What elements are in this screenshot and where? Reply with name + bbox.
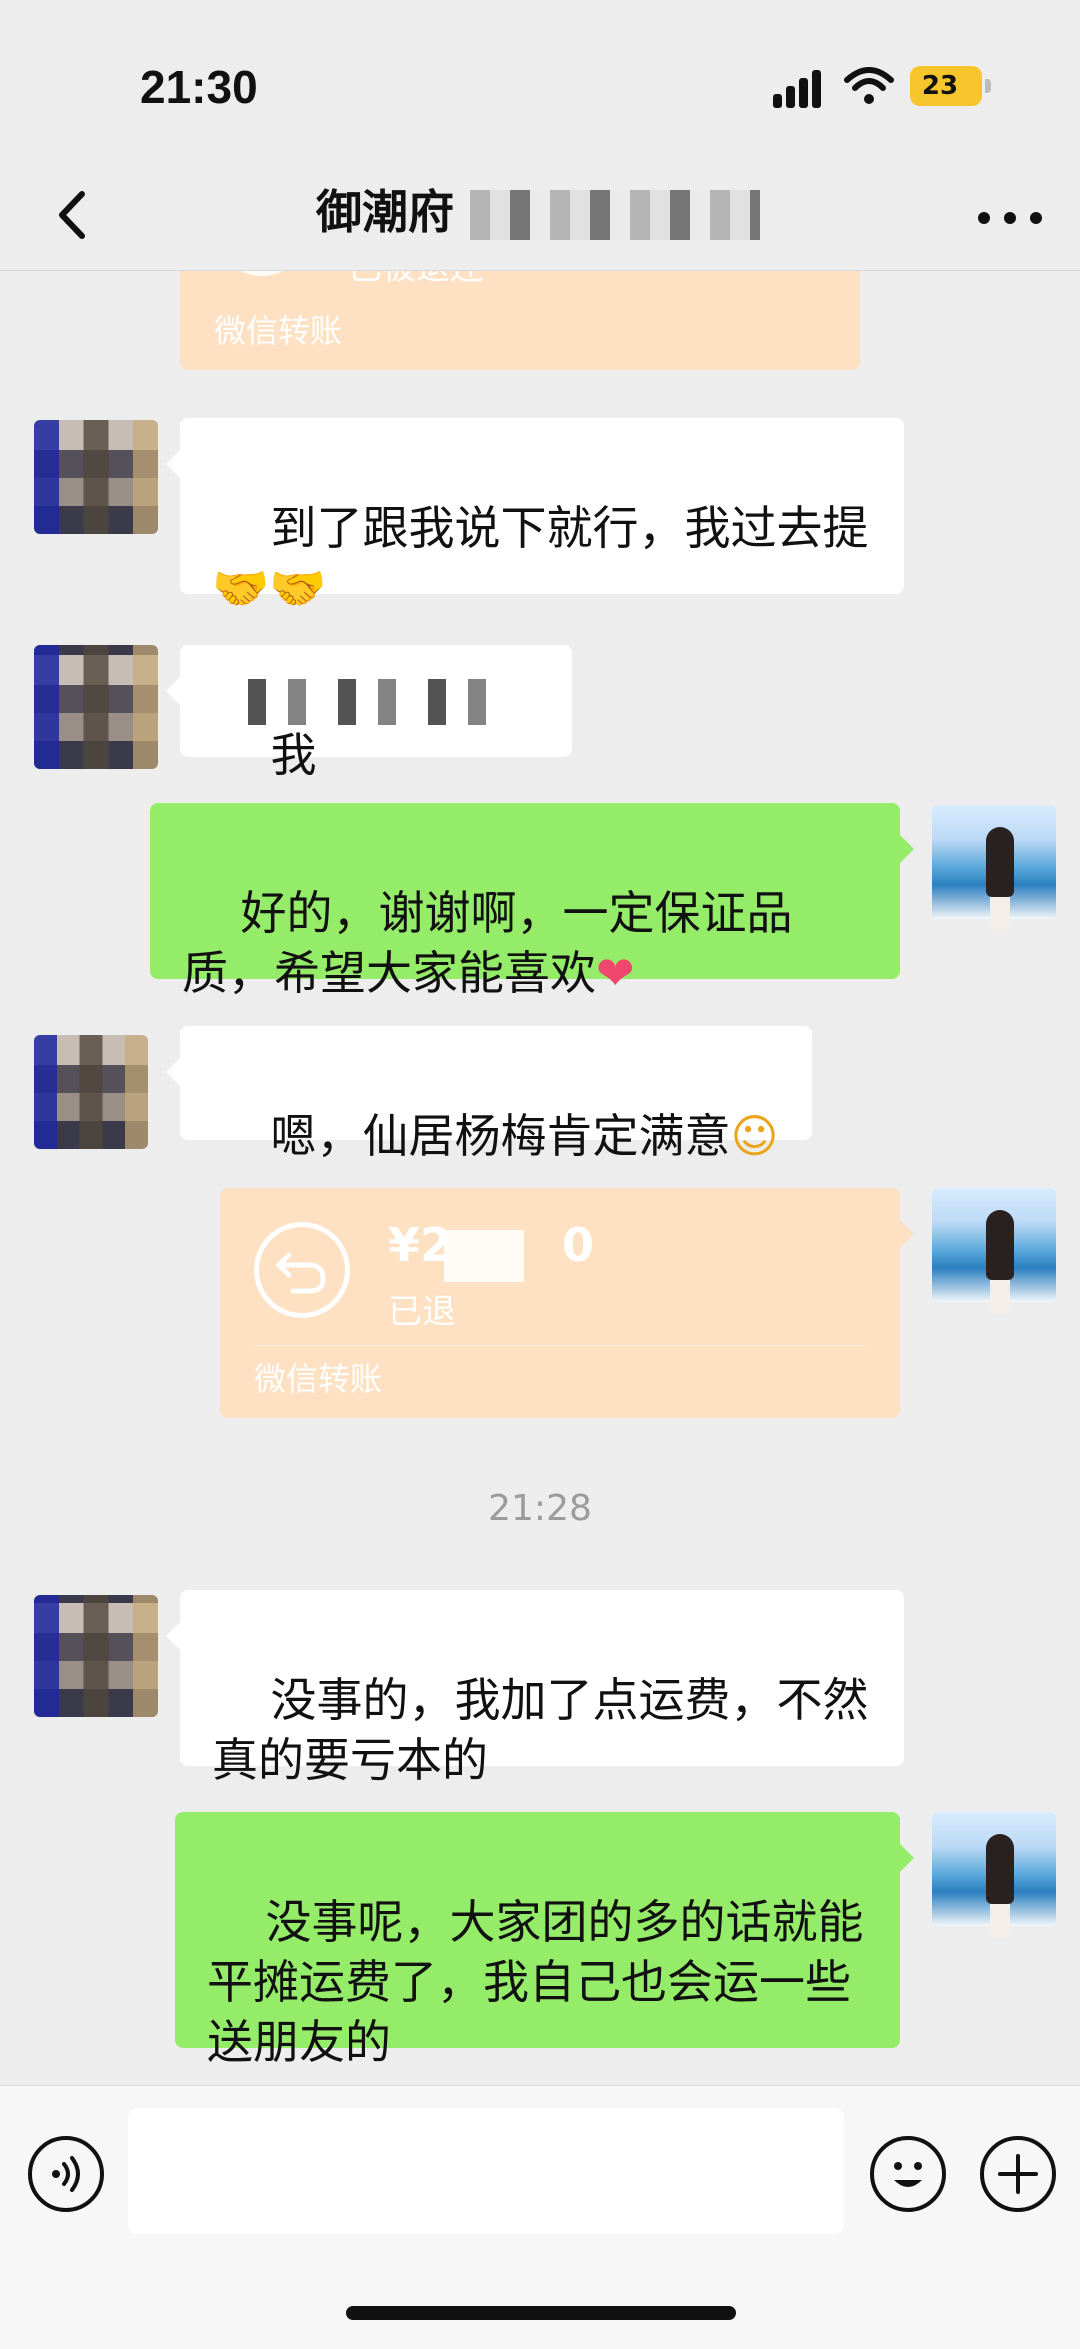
redacted-title [470,190,760,240]
message-bubble-incoming[interactable]: 没事的，我加了点运费，不然真的要亏本的 [166,1590,904,1787]
message-text: 我 [270,728,317,782]
home-indicator[interactable] [346,2306,736,2320]
chevron-left-icon[interactable] [40,180,110,250]
battery-icon: 23 [910,66,991,106]
redacted-text [248,679,518,725]
voice-icon[interactable] [28,2136,104,2212]
transfer-status: 已退 [388,1292,456,1332]
message-text: 到了跟我说下就行，我过去提 [270,501,869,555]
transfer-card[interactable]: ¥2 0 已退 微信转账 [220,1188,914,1418]
emoji-face-icon[interactable] [870,2136,946,2212]
heart-emoji: ❤ [596,946,635,1000]
contact-avatar[interactable] [34,420,158,534]
contact-avatar[interactable] [34,1595,158,1717]
status-time: 21:30 [140,61,258,113]
transfer-footer: 微信转账 [254,1360,383,1398]
more-dots-icon[interactable] [970,180,1050,250]
message-bubble-incoming[interactable]: 嗯，仙居杨梅肯定满意☺ [166,1026,812,1163]
contact-avatar[interactable] [34,1035,148,1149]
status-bar: 21:30 23 [0,0,1080,160]
redacted-amount [444,1230,524,1282]
return-arrow-icon [254,1222,350,1318]
my-avatar[interactable] [932,1188,1056,1302]
transfer-top-footer: 微信转账 [214,312,343,350]
my-avatar[interactable] [932,805,1056,919]
chat-header: 御潮府 [0,160,1080,271]
wifi-icon [844,67,894,104]
message-timestamp: 21:28 [488,1488,592,1529]
handshake-emoji: 🤝🤝 [212,561,327,615]
message-text: 没事的，我加了点运费，不然真的要亏本的 [212,1673,869,1787]
message-input[interactable] [128,2108,844,2234]
chat-history[interactable]: 已被退还 微信转账 到了跟我说下就行，我过去提🤝🤝 我 好的，谢谢啊，一定保证品… [0,160,1080,2085]
plus-icon[interactable] [980,2136,1056,2212]
my-avatar[interactable] [932,1812,1056,1926]
message-bubble-incoming[interactable]: 到了跟我说下就行，我过去提 🤝🤝 [166,418,904,615]
contact-avatar[interactable] [34,645,158,769]
message-bubble-incoming[interactable]: 我 [166,645,572,782]
message-text: 嗯，仙居杨梅肯定满意 [270,1109,731,1163]
cellular-signal-icon [773,68,825,108]
smile-emoji: ☺ [730,1109,779,1163]
battery-level: 23 [921,71,959,101]
message-text: 没事呢，大家团的多的话就能平摊运费了，我自己也会运一些送朋友的 [207,1895,864,2069]
transfer-divider [254,1345,866,1346]
message-text: 好的，谢谢啊，一定保证品质，希望大家能喜欢 [182,886,793,1000]
message-bubble-outgoing[interactable]: 没事呢，大家团的多的话就能平摊运费了，我自己也会运一些送朋友的 [175,1812,914,2069]
message-bubble-outgoing[interactable]: 好的，谢谢啊，一定保证品质，希望大家能喜欢❤ [150,803,914,1000]
